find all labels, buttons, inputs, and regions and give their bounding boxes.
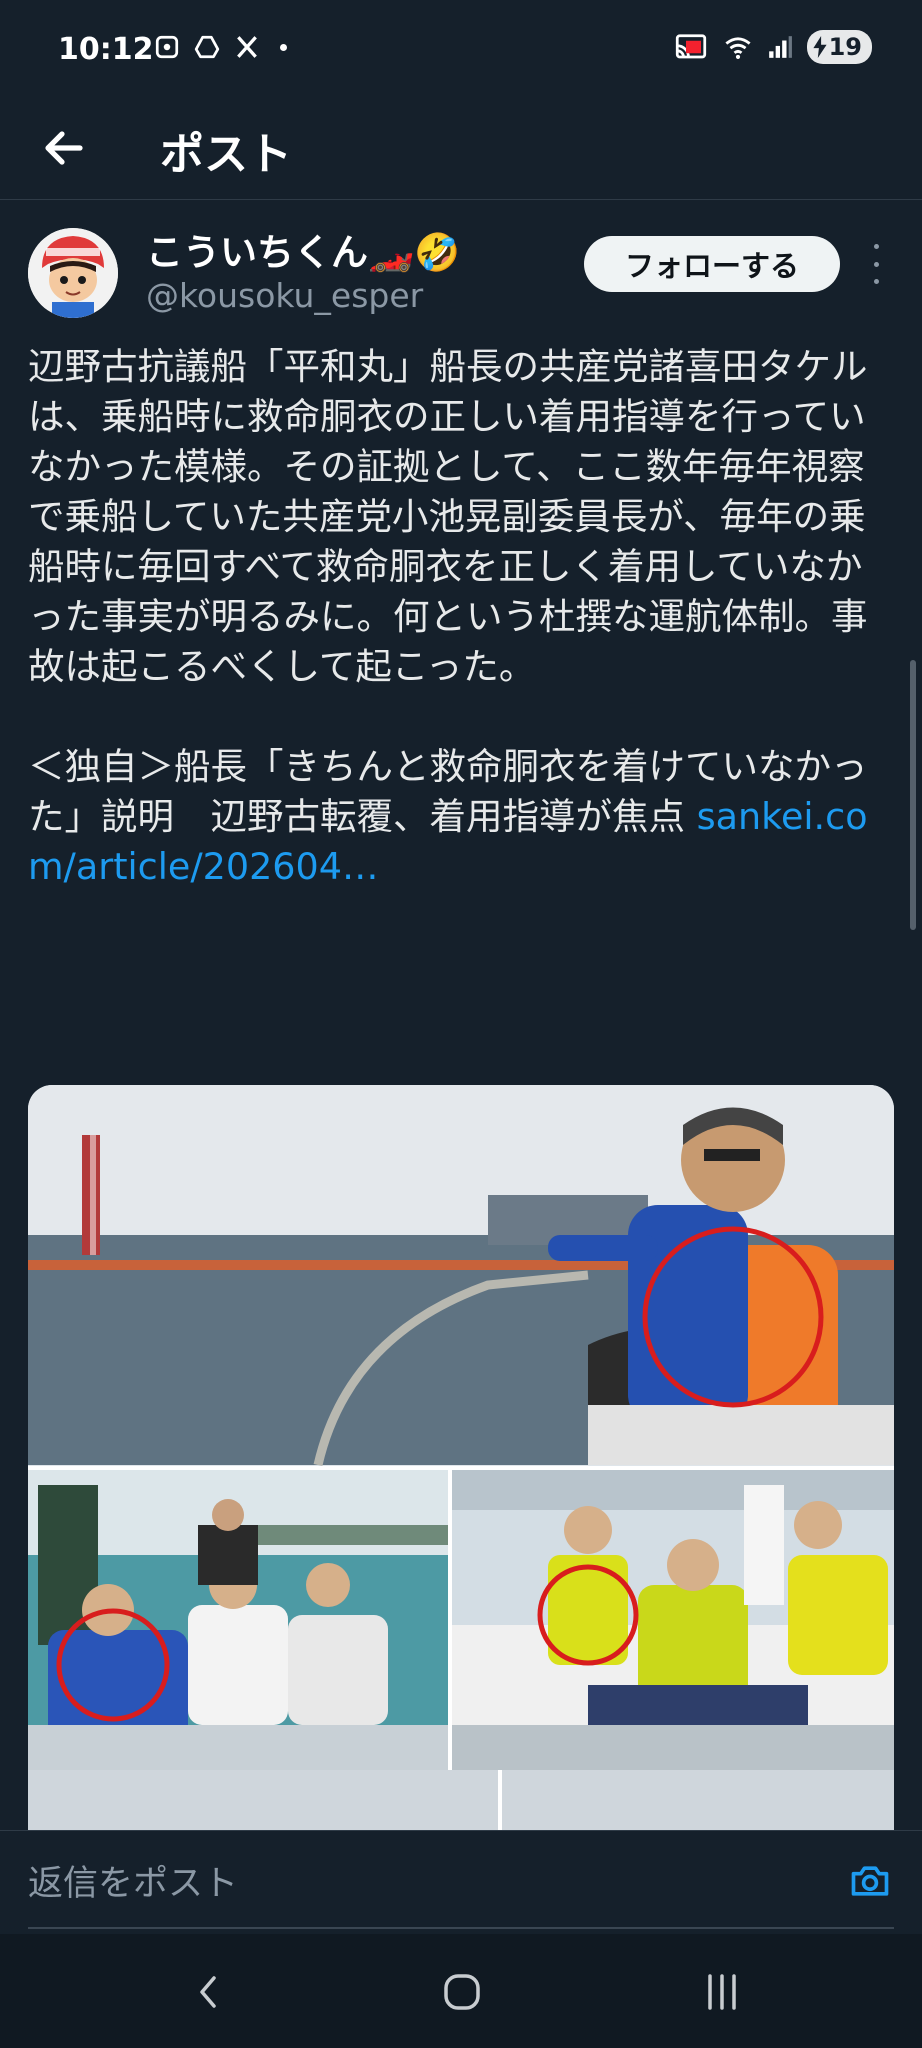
- more-options-icon[interactable]: [864, 244, 888, 284]
- system-icons: 19: [673, 30, 872, 64]
- reply-bar: 返信をポスト: [0, 1830, 922, 1934]
- author-handle[interactable]: @kousoku_esper: [146, 276, 423, 315]
- camera-icon[interactable]: [848, 1859, 892, 1903]
- cast-icon: [675, 34, 706, 59]
- follow-button[interactable]: フォローする: [584, 236, 840, 292]
- avatar[interactable]: [28, 228, 118, 318]
- wifi-icon: [725, 37, 751, 60]
- image-collage: [28, 1085, 894, 1830]
- app-header: ポスト: [0, 104, 922, 200]
- more-notifications-dot: [280, 43, 287, 51]
- app-screen: 10:12 19 ポスト こういちくん🏎️🤣 @kousoku_esper フォ…: [0, 0, 922, 2048]
- photo-icon: [155, 35, 179, 59]
- nav-home-icon[interactable]: [432, 1964, 492, 2020]
- status-bar: 10:12 19: [0, 0, 922, 104]
- x-logo-icon: [237, 36, 257, 58]
- post-text: 辺野古抗議船「平和丸」船長の共産党諸喜田タケルは、乗船時に救命胴衣の正しい着用指…: [28, 342, 894, 892]
- battery-level: 19: [828, 33, 862, 61]
- scroll-indicator: [910, 660, 916, 930]
- notification-icons: [154, 34, 287, 60]
- reply-divider: [28, 1927, 894, 1929]
- post-body: 辺野古抗議船「平和丸」船長の共産党諸喜田タケルは、乗船時に救命胴衣の正しい着用指…: [28, 345, 868, 838]
- author-name[interactable]: こういちくん🏎️🤣: [146, 222, 460, 276]
- system-nav-bar: [0, 1934, 922, 2048]
- battery-indicator: 19: [806, 30, 872, 64]
- signal-icon: [768, 36, 792, 58]
- avatar-image: [28, 228, 118, 318]
- drive-icon: [194, 35, 220, 59]
- charging-icon: [812, 36, 827, 58]
- reply-input[interactable]: 返信をポスト: [28, 1855, 238, 1906]
- status-time: 10:12: [58, 32, 154, 67]
- nav-back-icon[interactable]: [178, 1964, 238, 2020]
- page-title: ポスト: [160, 129, 292, 180]
- post-image[interactable]: [28, 1085, 894, 1830]
- back-arrow-icon[interactable]: [40, 124, 88, 172]
- nav-recents-icon[interactable]: [692, 1964, 752, 2020]
